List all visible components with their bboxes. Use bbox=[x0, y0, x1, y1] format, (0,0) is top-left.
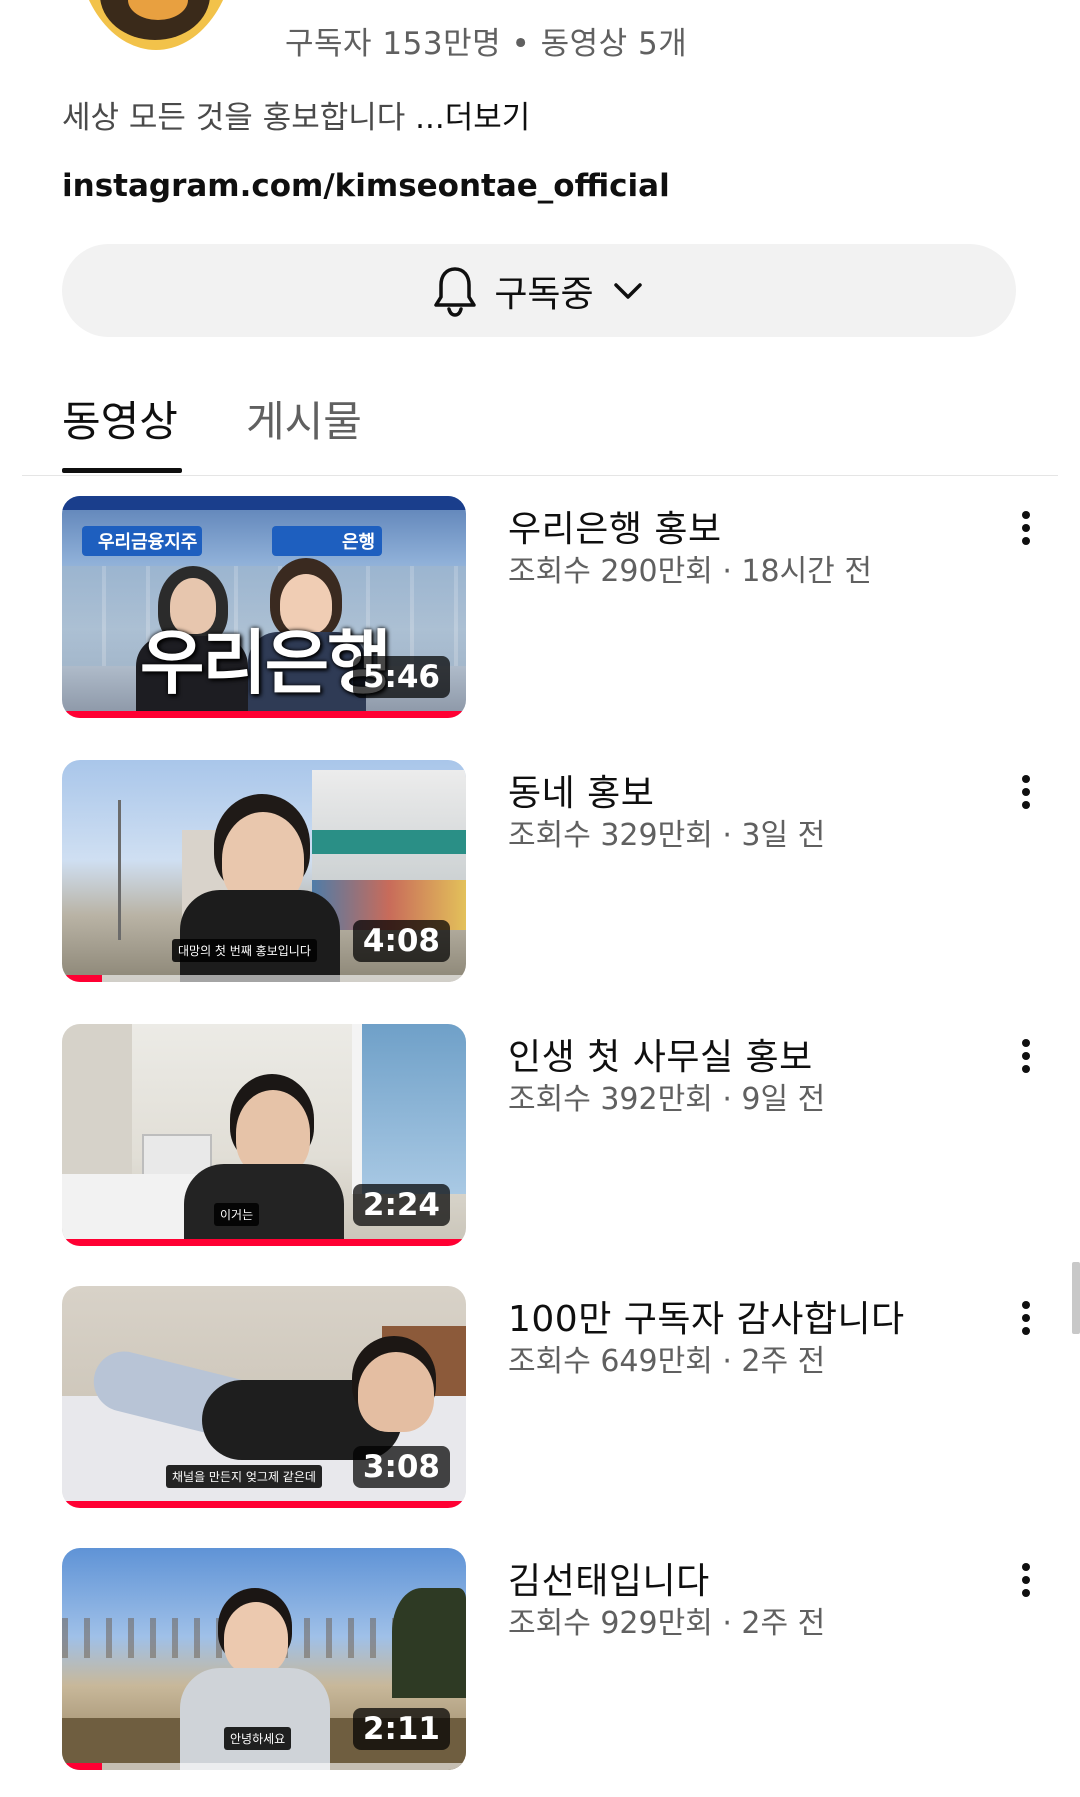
channel-avatar[interactable] bbox=[76, 0, 236, 50]
description-text: 세상 모든 것을 홍보합니다 bbox=[62, 100, 406, 136]
more-vert-icon[interactable] bbox=[1008, 770, 1044, 814]
subscribed-label: 구독중 bbox=[494, 273, 594, 315]
channel-stats: 구독자 153만명 • 동영상 5개 bbox=[285, 26, 688, 62]
video-item[interactable]: 대망의 첫 번째 홍보입니다 4:08 동네 홍보 조회수 329만회 · 3일… bbox=[62, 760, 1062, 982]
channel-tabs: 동영상 게시물 bbox=[0, 380, 1080, 476]
chevron-down-icon bbox=[613, 282, 642, 299]
thumbnail-caption: 이거는 bbox=[214, 1203, 260, 1226]
video-thumbnail[interactable]: 안녕하세요 2:11 bbox=[62, 1548, 466, 1770]
watch-progress-bar bbox=[62, 711, 466, 718]
video-thumbnail[interactable]: 대망의 첫 번째 홍보입니다 4:08 bbox=[62, 760, 466, 982]
more-vert-icon[interactable] bbox=[1008, 506, 1044, 550]
watch-progress-bar bbox=[62, 1239, 466, 1246]
video-title[interactable]: 동네 홍보 bbox=[508, 764, 654, 816]
tab-videos[interactable]: 동영상 bbox=[62, 388, 178, 449]
video-title[interactable]: 우리은행 홍보 bbox=[508, 500, 722, 552]
video-duration: 2:24 bbox=[352, 1184, 450, 1226]
watch-progress-bar bbox=[62, 975, 103, 982]
tabs-divider bbox=[22, 475, 1058, 476]
bell-icon bbox=[434, 266, 477, 317]
sign-text-2: 은행 bbox=[342, 532, 376, 553]
more-link[interactable]: ...더보기 bbox=[415, 100, 530, 136]
video-item[interactable]: 이거는 2:24 인생 첫 사무실 홍보 조회수 392만회 · 9일 전 bbox=[62, 1024, 1062, 1246]
video-meta: 조회수 329만회 · 3일 전 bbox=[508, 818, 826, 853]
video-item[interactable]: 채널을 만든지 엊그제 같은데 3:08 100만 구독자 감사합니다 조회수 … bbox=[62, 1286, 1062, 1508]
video-title[interactable]: 100만 구독자 감사합니다 bbox=[508, 1290, 905, 1342]
video-thumbnail[interactable]: 이거는 2:24 bbox=[62, 1024, 466, 1246]
video-meta: 조회수 649만회 · 2주 전 bbox=[508, 1344, 826, 1379]
scrollbar[interactable] bbox=[1072, 1262, 1080, 1334]
watch-progress-bar bbox=[62, 1501, 466, 1508]
watch-progress-track bbox=[62, 1763, 466, 1770]
video-title[interactable]: 김선태입니다 bbox=[508, 1552, 710, 1604]
video-meta: 조회수 929만회 · 2주 전 bbox=[508, 1606, 826, 1641]
video-meta: 조회수 392만회 · 9일 전 bbox=[508, 1082, 826, 1117]
thumbnail-caption: 채널을 만든지 엊그제 같은데 bbox=[166, 1465, 322, 1488]
video-duration: 5:46 bbox=[352, 656, 450, 698]
video-thumbnail[interactable]: 우리금융지주 은행 우리은행 5:46 bbox=[62, 496, 466, 718]
video-duration: 2:11 bbox=[352, 1708, 450, 1750]
video-duration: 4:08 bbox=[352, 920, 450, 962]
more-vert-icon[interactable] bbox=[1008, 1558, 1044, 1602]
thumbnail-caption: 안녕하세요 bbox=[224, 1727, 292, 1750]
video-thumbnail[interactable]: 채널을 만든지 엊그제 같은데 3:08 bbox=[62, 1286, 466, 1508]
video-meta: 조회수 290만회 · 18시간 전 bbox=[508, 554, 872, 589]
more-vert-icon[interactable] bbox=[1008, 1034, 1044, 1078]
channel-page: 구독자 153만명 • 동영상 5개 세상 모든 것을 홍보합니다 ...더보기… bbox=[0, 0, 1080, 1797]
watch-progress-bar bbox=[62, 1763, 103, 1770]
video-item[interactable]: 안녕하세요 2:11 김선태입니다 조회수 929만회 · 2주 전 bbox=[62, 1548, 1062, 1770]
watch-progress-track bbox=[62, 975, 466, 982]
thumbnail-overlay-title: 우리은행 bbox=[140, 622, 392, 704]
subscribed-button[interactable]: 구독중 bbox=[62, 244, 1016, 337]
channel-description[interactable]: 세상 모든 것을 홍보합니다 ...더보기 bbox=[62, 92, 530, 137]
video-duration: 3:08 bbox=[352, 1446, 450, 1488]
more-vert-icon[interactable] bbox=[1008, 1296, 1044, 1340]
thumbnail-caption: 대망의 첫 번째 홍보입니다 bbox=[172, 939, 317, 962]
channel-link[interactable]: instagram.com/kimseontae_official bbox=[62, 168, 670, 204]
video-title[interactable]: 인생 첫 사무실 홍보 bbox=[508, 1028, 813, 1080]
tab-posts[interactable]: 게시물 bbox=[246, 388, 362, 449]
video-item[interactable]: 우리금융지주 은행 우리은행 5:46 우리은행 홍보 조회수 290만회 · … bbox=[62, 496, 1062, 718]
active-tab-indicator bbox=[62, 468, 182, 473]
sign-text: 우리금융지주 bbox=[98, 532, 198, 553]
